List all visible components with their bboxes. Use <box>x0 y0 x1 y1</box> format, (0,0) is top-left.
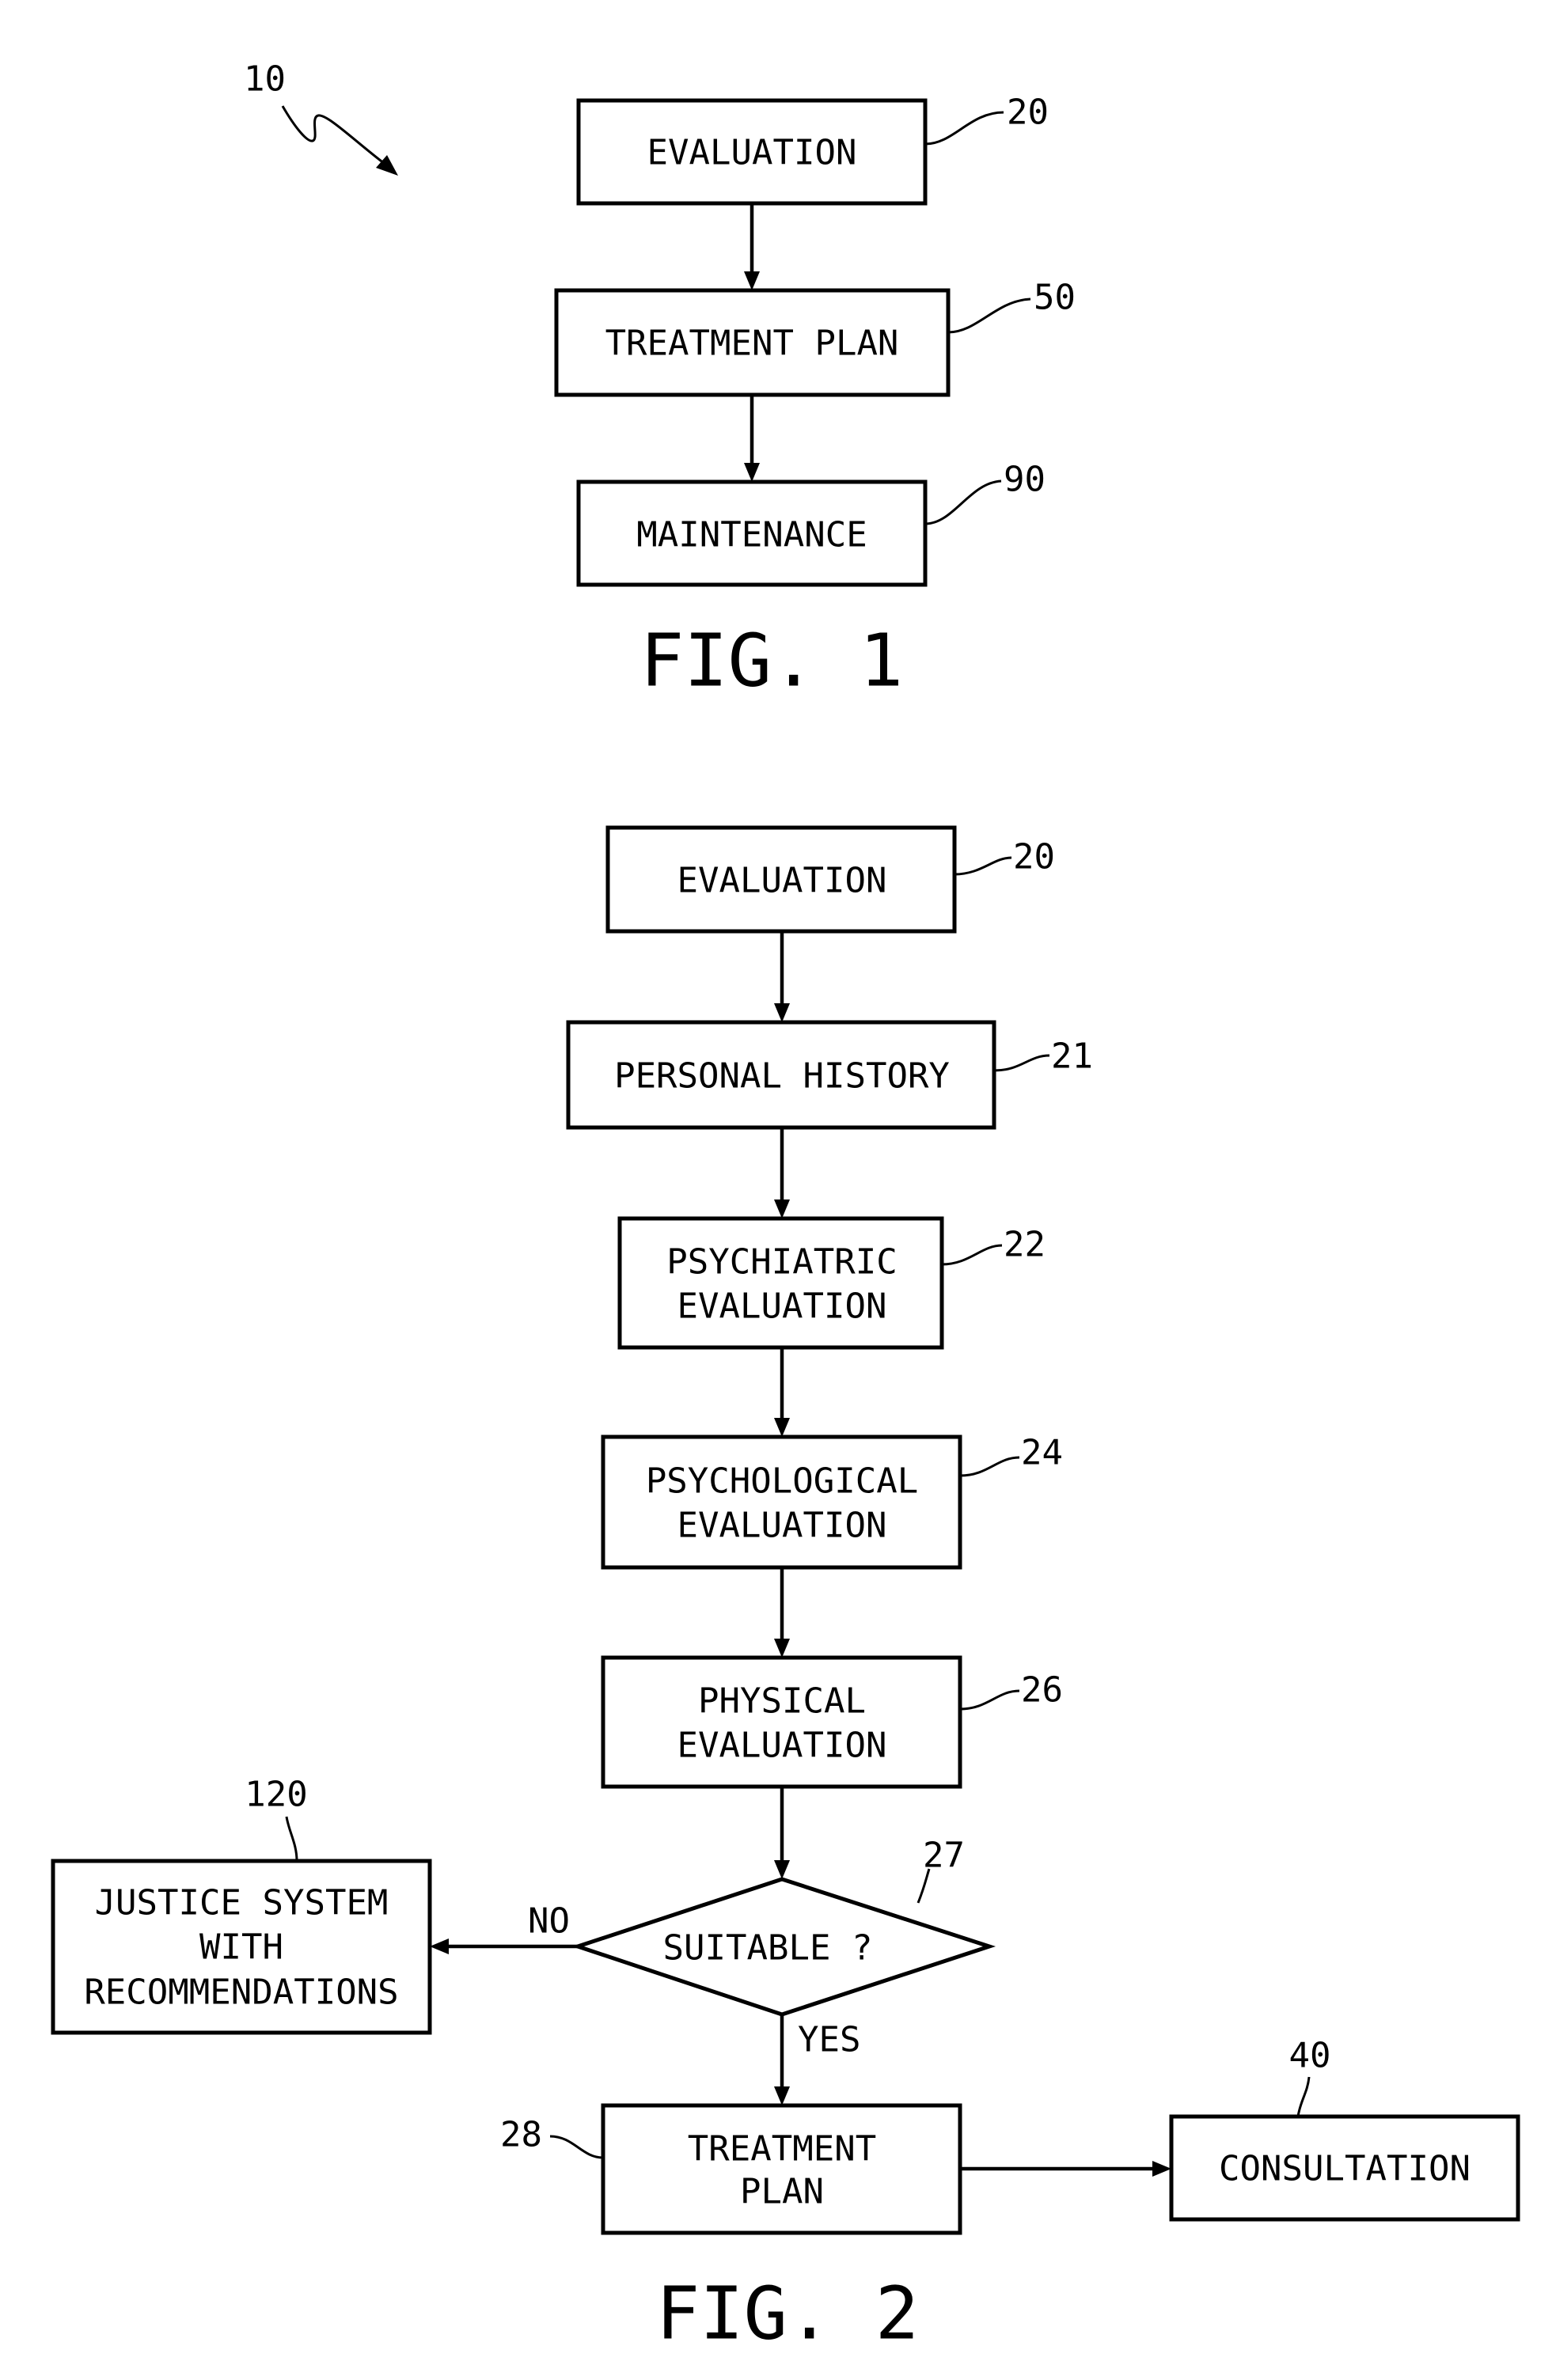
fig1-node-evaluation: EVALUATION 20 <box>576 93 1049 206</box>
fig1-node-treatment-plan: TREATMENT PLAN 50 <box>554 278 1076 397</box>
fig2-ref-24: 24 <box>1021 1433 1063 1473</box>
fig2-personal-history-label: PERSONAL HISTORY <box>614 1056 950 1097</box>
fig2-node-personal-history: PERSONAL HISTORY 21 <box>566 1020 1093 1130</box>
fig2-ref-26: 26 <box>1021 1670 1063 1711</box>
fig2-ref-22: 22 <box>1004 1225 1046 1265</box>
fig2-ref-20: 20 <box>1013 837 1055 877</box>
fig1-ref-90-leader <box>924 479 1002 525</box>
fig1-arrowhead-icon <box>744 271 760 290</box>
fig1-arrowhead-icon <box>744 463 760 482</box>
fig2-ref-28: 28 <box>500 2115 542 2155</box>
fig1-caption: FIG. 1 <box>640 619 903 703</box>
fig2-ref-27: 27 <box>923 1836 965 1876</box>
fig2-ref-22-leader <box>941 1244 1003 1266</box>
fig2-yes-label: YES <box>798 2020 860 2060</box>
fig2-node-consultation: CONSULTATION 40 <box>1169 2036 1520 2222</box>
figure-1: 10 EVALUATION 20 TREATMENT PLAN 50 MAINT… <box>244 59 1076 703</box>
fig2-justice-label-line3: RECOMMENDATIONS <box>84 1973 398 2013</box>
fig2-psychiatric-label-line2: EVALUATION <box>677 1287 887 1327</box>
fig2-node-physical-evaluation: PHYSICAL EVALUATION 26 <box>601 1655 1063 1789</box>
fig2-psychological-box <box>601 1434 962 1570</box>
fig2-node-psychiatric-evaluation: PSYCHIATRIC EVALUATION 22 <box>617 1216 1046 1350</box>
fig2-treatment-plan-label-line2: PLAN <box>740 2172 824 2212</box>
patent-drawing-sheet: 10 EVALUATION 20 TREATMENT PLAN 50 MAINT… <box>51 59 1520 2356</box>
fig2-psychiatric-box <box>617 1216 944 1350</box>
fig2-ref-40: 40 <box>1289 2036 1331 2076</box>
fig2-no-label: NO <box>528 1901 570 1942</box>
fig2-ref-24-leader <box>959 1456 1020 1477</box>
fig2-psychiatric-label-line1: PSYCHIATRIC <box>666 1242 897 1283</box>
fig2-ref-28-leader <box>549 2135 604 2159</box>
fig2-psychological-label-line2: EVALUATION <box>677 1506 887 1546</box>
fig2-node-justice-system: JUSTICE SYSTEM WITH RECOMMENDATIONS 120 <box>51 1775 432 2035</box>
fig2-physical-label-line1: PHYSICAL <box>698 1681 866 1722</box>
ref-10-squiggle-arrow <box>281 105 389 168</box>
fig1-ref-50-leader <box>947 298 1031 334</box>
fig2-treatment-plan-label-line1: TREATMENT <box>688 2129 876 2170</box>
fig2-ref-120: 120 <box>245 1775 307 1815</box>
fig2-suitable-label: SUITABLE ? <box>663 1928 873 1969</box>
fig2-ref-40-leader <box>1296 2076 1311 2117</box>
fig2-justice-label-line1: JUSTICE SYSTEM <box>95 1883 389 1923</box>
ref-numeral-10: 10 <box>244 59 286 100</box>
fig1-ref-20: 20 <box>1007 93 1049 133</box>
fig2-ref-120-leader <box>285 1816 298 1862</box>
fig1-evaluation-label: EVALUATION <box>647 133 857 173</box>
fig2-consultation-label: CONSULTATION <box>1219 2149 1471 2189</box>
fig2-node-evaluation: EVALUATION 20 <box>605 825 1055 934</box>
fig2-node-psychological-evaluation: PSYCHOLOGICAL EVALUATION 24 <box>601 1433 1063 1570</box>
fig2-arrowhead-icon <box>774 1003 790 1022</box>
fig2-justice-label-line2: WITH <box>199 1927 283 1968</box>
fig2-arrowhead-icon <box>774 1860 790 1879</box>
fig1-maintenance-label: MAINTENANCE <box>636 515 867 555</box>
fig2-arrowhead-icon <box>774 1418 790 1437</box>
fig1-treatment-plan-label: TREATMENT PLAN <box>605 324 899 364</box>
fig1-ref-20-leader <box>924 111 1004 146</box>
fig2-evaluation-label: EVALUATION <box>677 861 887 901</box>
fig2-arrowhead-icon <box>774 1639 790 1658</box>
fig1-ref-90: 90 <box>1004 460 1046 500</box>
fig2-ref-21: 21 <box>1051 1037 1093 1077</box>
fig2-physical-label-line2: EVALUATION <box>677 1726 887 1766</box>
fig2-arrowhead-icon <box>774 1199 790 1218</box>
fig2-arrowhead-icon <box>430 1938 449 1954</box>
fig2-arrowhead-icon <box>774 2086 790 2105</box>
fig2-ref-20-leader <box>954 856 1012 876</box>
fig2-physical-box <box>601 1655 962 1789</box>
fig2-ref-26-leader <box>959 1689 1020 1711</box>
fig2-caption: FIG. 2 <box>656 2272 919 2356</box>
fig1-ref-50: 50 <box>1034 278 1076 318</box>
fig1-node-maintenance: MAINTENANCE 90 <box>576 460 1046 587</box>
figure-2: EVALUATION 20 PERSONAL HISTORY 21 PSYCHI… <box>51 825 1520 2356</box>
fig2-node-treatment-plan: TREATMENT PLAN 28 <box>500 2103 962 2235</box>
fig2-ref-21-leader <box>993 1054 1050 1072</box>
fig2-psychological-label-line1: PSYCHOLOGICAL <box>646 1461 918 1502</box>
fig2-treatment-plan-box <box>601 2103 962 2235</box>
fig2-arrowhead-icon <box>1152 2161 1171 2177</box>
